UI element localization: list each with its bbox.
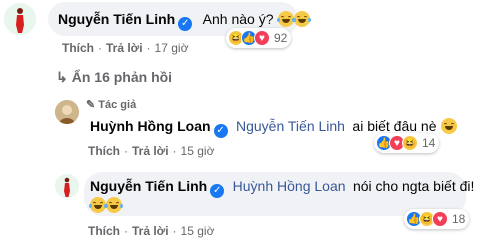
avatar[interactable]	[4, 3, 36, 35]
reply-text: nói cho ngta biết đi!	[352, 178, 475, 194]
timestamp[interactable]: 17 giờ	[155, 41, 189, 55]
reply-button[interactable]: Trả lời	[132, 224, 169, 238]
laughing-emoji-icon	[276, 11, 295, 27]
like-button[interactable]: Thích	[88, 144, 120, 158]
laughing-emoji-icon	[105, 197, 123, 213]
reply-author[interactable]: Huỳnh Hồng Loan	[90, 118, 211, 134]
person-figure-icon	[55, 174, 79, 198]
reply-actions: Thích · Trả lời · 15 giờ	[88, 224, 215, 238]
reaction-summary[interactable]: 👍 ♥ 😆 14	[374, 133, 440, 153]
like-button[interactable]: Thích	[62, 41, 94, 55]
comment-author[interactable]: Nguyễn Tiến Linh	[58, 11, 175, 27]
love-icon: ♥	[432, 211, 448, 227]
comment-text: Anh nào ý?	[202, 11, 274, 27]
love-icon: ♥	[254, 30, 270, 46]
reaction-summary[interactable]: 😆 👍 ♥ 92	[226, 28, 292, 48]
laughing-emoji-icon	[292, 11, 311, 27]
verified-badge-icon: ✓	[178, 17, 193, 31]
reply-text: ai biết đâu nè	[352, 118, 437, 134]
timestamp[interactable]: 15 giờ	[181, 224, 215, 238]
comment-actions: Thích · Trả lời · 17 giờ	[62, 41, 189, 55]
hide-replies-label: Ẩn 16 phản hồi	[71, 69, 173, 85]
reply-button[interactable]: Trả lời	[106, 41, 143, 55]
avatar[interactable]	[55, 100, 79, 124]
reaction-count: 18	[452, 212, 466, 226]
person-figure-icon	[4, 3, 36, 35]
timestamp[interactable]: 15 giờ	[181, 144, 215, 158]
reply-button[interactable]: Trả lời	[132, 144, 169, 158]
verified-badge-icon: ✓	[213, 124, 228, 138]
reaction-count: 92	[274, 31, 288, 45]
smiling-emoji-icon	[440, 118, 457, 134]
avatar[interactable]	[55, 174, 79, 198]
reaction-count: 14	[422, 136, 436, 150]
verified-badge-icon: ✓	[210, 184, 225, 198]
haha-icon: 😆	[402, 135, 418, 151]
reply-arrow-icon: ↲	[56, 69, 68, 85]
like-button[interactable]: Thích	[88, 224, 120, 238]
reply-actions: Thích · Trả lời · 15 giờ	[88, 144, 215, 158]
mention-link[interactable]: Huỳnh Hồng Loan	[233, 178, 346, 194]
hide-replies-button[interactable]: ↲ Ẩn 16 phản hồi	[56, 69, 172, 86]
reaction-summary[interactable]: 👍 😆 ♥ 18	[404, 209, 470, 229]
profile-photo-icon	[55, 100, 79, 124]
reply-bubble: Huỳnh Hồng Loan ✓ Nguyễn Tiến Linh ai biế…	[84, 97, 457, 138]
laughing-emoji-icon	[89, 197, 107, 213]
reply-author[interactable]: Nguyễn Tiến Linh	[90, 178, 207, 194]
mention-link[interactable]: Nguyễn Tiến Linh	[236, 118, 345, 134]
